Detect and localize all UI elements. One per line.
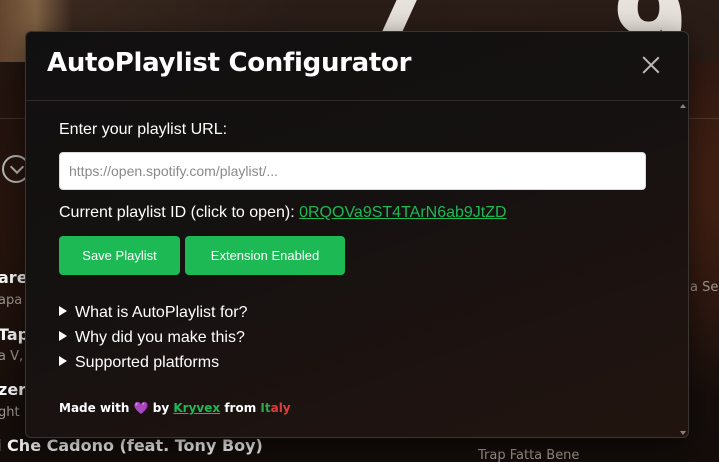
- country-part: aly: [270, 401, 291, 415]
- scroll-down-arrow-icon[interactable]: [680, 431, 686, 435]
- faq-what-is[interactable]: What is AutoPlaylist for?: [59, 304, 248, 322]
- playlist-url-input[interactable]: [59, 152, 646, 190]
- track-artist: apa: [0, 293, 23, 308]
- modal-title: AutoPlaylist Configurator: [47, 48, 412, 78]
- playlist-id-link[interactable]: 0RQOVa9ST4TArN6ab9JtZD: [299, 204, 506, 221]
- current-id-label: Current playlist ID (click to open):: [59, 204, 295, 221]
- disclosure-triangle-icon: [59, 306, 67, 316]
- faq-platforms[interactable]: Supported platforms: [59, 354, 219, 372]
- disclosure-triangle-icon: [59, 331, 67, 341]
- author-link[interactable]: Kryvex: [173, 401, 220, 415]
- track-title[interactable]: zer: [0, 380, 26, 399]
- country-name: Italy: [260, 401, 290, 415]
- track-album: a Ser: [690, 280, 719, 295]
- autoplaylist-modal: AutoPlaylist Configurator Enter your pla…: [25, 31, 689, 438]
- footer-made-with: Made with: [59, 401, 130, 415]
- disclosure-triangle-icon: [59, 356, 67, 366]
- faq-label: What is AutoPlaylist for?: [75, 304, 248, 321]
- current-playlist-id: Current playlist ID (click to open): 0RQ…: [59, 204, 507, 222]
- scroll-up-arrow-icon[interactable]: [680, 104, 686, 108]
- close-icon[interactable]: [638, 52, 664, 78]
- footer-by: by: [152, 401, 170, 415]
- modal-body: Enter your playlist URL: Current playlis…: [26, 102, 688, 437]
- country-part: It: [260, 401, 271, 415]
- track-album: Trap Fatta Bene: [478, 448, 580, 462]
- save-playlist-button[interactable]: Save Playlist: [59, 236, 180, 275]
- faq-why[interactable]: Why did you make this?: [59, 329, 245, 347]
- modal-header: AutoPlaylist Configurator: [26, 32, 688, 101]
- track-title[interactable]: are: [0, 268, 28, 287]
- heart-icon: 💜: [133, 401, 149, 415]
- faq-label: Why did you make this?: [75, 329, 245, 346]
- track-title[interactable]: i Che Cadono (feat. Tony Boy): [0, 436, 263, 455]
- faq-label: Supported platforms: [75, 354, 220, 371]
- track-artist: ght: [0, 405, 20, 420]
- extension-enabled-button[interactable]: Extension Enabled: [185, 236, 345, 275]
- credits-footer: Made with 💜 by Kryvex from Italy: [59, 401, 291, 415]
- url-label: Enter your playlist URL:: [59, 121, 228, 138]
- footer-from: from: [224, 401, 257, 415]
